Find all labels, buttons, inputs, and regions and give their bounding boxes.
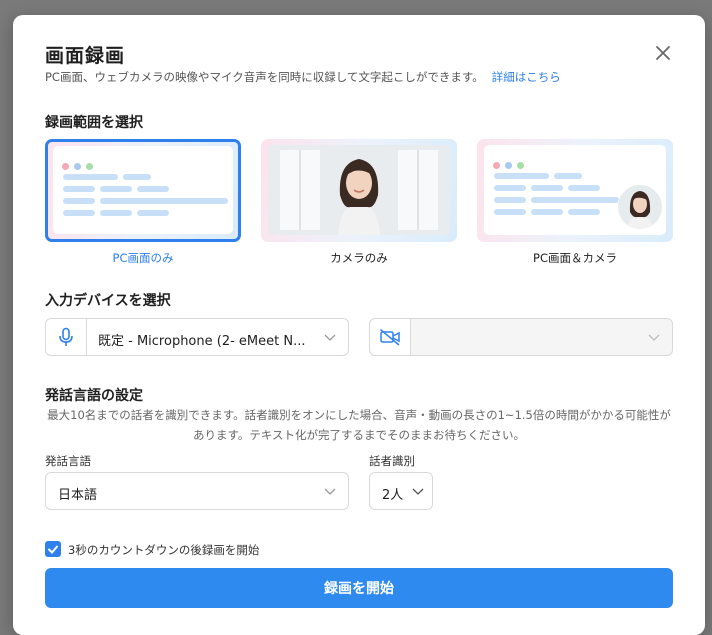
chevron-down-icon — [648, 334, 660, 341]
pc-camera-thumbnail — [477, 139, 673, 242]
language-heading: 発話言語の設定 — [45, 388, 143, 404]
dialog-subtitle: PC画面、ウェブカメラの映像やマイク音声を同時に収録して文字起こしができます。詳… — [45, 69, 561, 85]
pc-screen-thumbnail — [45, 139, 241, 242]
option-pc-screen-and-camera[interactable]: PC画面＆カメラ — [477, 139, 673, 266]
speaker-count-select[interactable]: 2人 — [369, 472, 433, 510]
screen-recording-dialog: 画面録画 PC画面、ウェブカメラの映像やマイク音声を同時に収録して文字起こしがで… — [13, 15, 705, 635]
chevron-down-icon — [412, 488, 424, 495]
option-camera-only[interactable]: カメラのみ — [261, 139, 457, 266]
microphone-icon — [46, 319, 87, 355]
language-select[interactable]: 日本語 — [45, 472, 349, 510]
chevron-down-icon — [324, 334, 336, 341]
microphone-select[interactable]: 既定 - Microphone (2- eMeet N... — [45, 318, 349, 356]
speaker-label: 話者識別 — [369, 454, 415, 468]
speaker-value: 2人 — [382, 488, 404, 503]
checkmark-icon — [47, 545, 59, 554]
range-options: PC画面のみ カメラのみ PC画面＆カメラ — [45, 139, 673, 274]
option-label: PC画面＆カメラ — [533, 251, 617, 265]
start-recording-button[interactable]: 録画を開始 — [45, 568, 673, 608]
microphone-value: 既定 - Microphone (2- eMeet N... — [98, 334, 306, 349]
language-value: 日本語 — [58, 488, 98, 503]
dialog-title: 画面録画 — [45, 45, 126, 67]
devices-heading: 入力デバイスを選択 — [45, 293, 171, 309]
camera-select[interactable] — [369, 318, 673, 356]
range-heading: 録画範囲を選択 — [45, 115, 143, 131]
chevron-down-icon — [324, 488, 336, 495]
option-pc-screen-only[interactable]: PC画面のみ — [45, 139, 241, 266]
close-icon[interactable] — [653, 43, 673, 63]
language-description: 最大10名までの話者を識別できます。話者識別をオンにした場合、音声・動画の長さの… — [47, 408, 671, 442]
option-label: カメラのみ — [330, 251, 388, 265]
countdown-checkbox[interactable] — [45, 541, 61, 557]
camera-thumbnail — [261, 139, 457, 242]
subtitle-text: PC画面、ウェブカメラの映像やマイク音声を同時に収録して文字起こしができます。 — [45, 70, 484, 84]
camera-bubble — [617, 184, 663, 230]
countdown-label: 3秒のカウントダウンの後録画を開始 — [68, 543, 260, 557]
language-label: 発話言語 — [45, 454, 91, 468]
details-link[interactable]: 詳細はこちら — [492, 70, 561, 84]
option-label: PC画面のみ — [112, 251, 174, 265]
camera-off-icon — [370, 319, 411, 355]
